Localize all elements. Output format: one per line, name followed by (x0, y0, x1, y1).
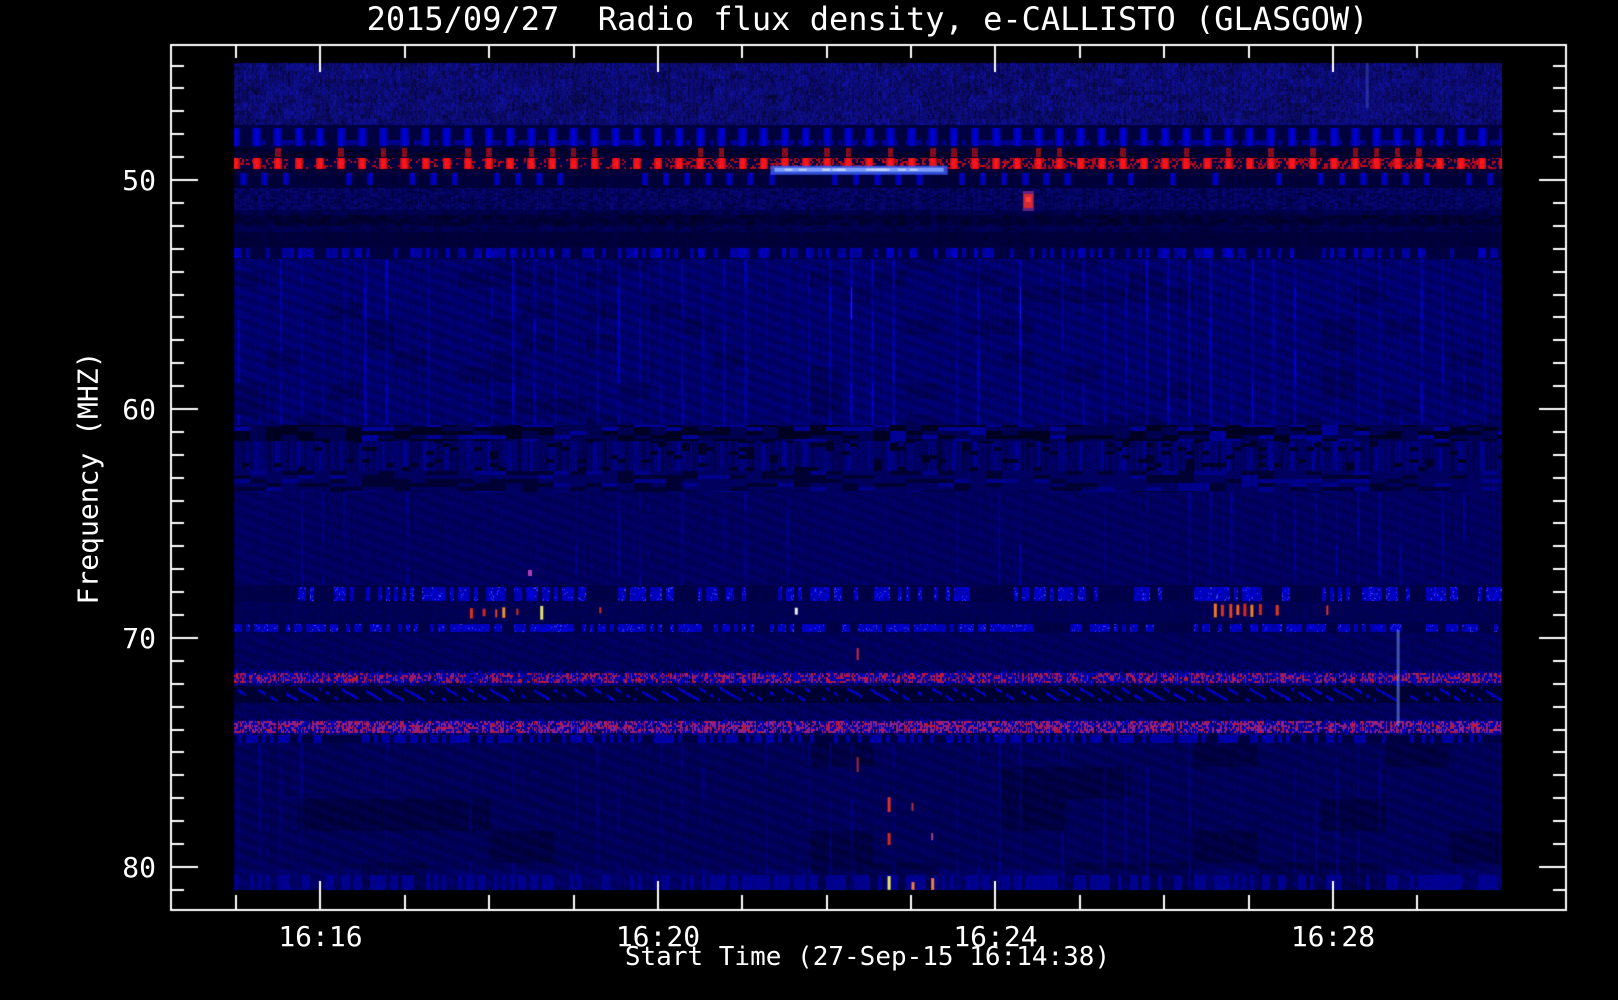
y-tick-label: 70 (122, 621, 156, 655)
spectrogram-canvas (0, 0, 1618, 1000)
y-axis-title: Frequency (MHZ) (71, 351, 105, 605)
y-tick-label: 60 (122, 392, 156, 426)
spectrogram-page: 2015/09/27 Radio flux density, e-CALLIST… (0, 0, 1618, 1000)
x-tick-label: 16:20 (615, 920, 701, 953)
x-tick-label: 16:24 (953, 920, 1038, 953)
y-tick-label: 80 (122, 850, 156, 884)
x-tick-label: 16:16 (278, 920, 363, 953)
x-tick-label: 16:28 (1290, 920, 1376, 953)
plot-title: 2015/09/27 Radio flux density, e-CALLIST… (366, 0, 1369, 38)
y-tick-label: 50 (122, 164, 156, 197)
